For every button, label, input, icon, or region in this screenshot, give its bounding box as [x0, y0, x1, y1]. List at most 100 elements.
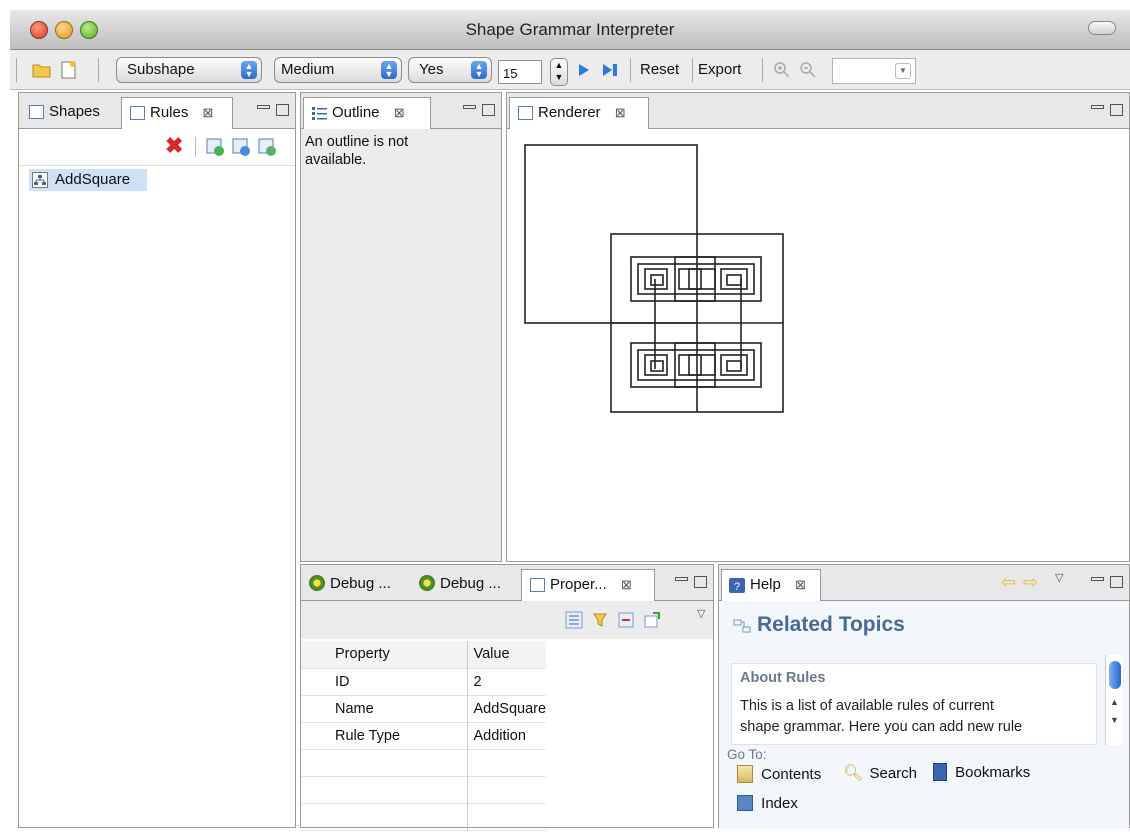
zoom-in-icon[interactable] [772, 60, 792, 80]
match-mode-select[interactable]: Subshape ▲ ▼ [116, 57, 262, 83]
maximize-view-icon[interactable] [1110, 575, 1123, 588]
forward-arrow-icon[interactable]: ⇨ [1023, 572, 1038, 593]
close-tab-icon[interactable]: ⊠ [394, 105, 405, 120]
tab-rules-label: Rules [150, 104, 189, 121]
pin-view-icon[interactable] [643, 611, 661, 629]
zoom-level-combo[interactable]: ▼ [832, 58, 916, 84]
properties-view-tabs: Debug ... Debug ... Proper... ⊠ [301, 565, 713, 601]
topic-text-line: This is a list of available rules of cur… [740, 698, 994, 714]
maximize-view-icon[interactable] [1110, 103, 1123, 116]
updown-arrows-icon: ▲ ▼ [381, 61, 397, 79]
close-tab-icon[interactable]: ⊠ [621, 577, 632, 592]
tab-shapes[interactable]: Shapes [21, 97, 121, 129]
bookmarks-link[interactable]: Bookmarks [933, 763, 1030, 785]
zoom-out-icon[interactable] [798, 60, 818, 80]
actions-separator [195, 137, 196, 157]
toolbar-separator [692, 58, 693, 82]
property-value[interactable]: AddSquare [467, 695, 547, 722]
table-row[interactable]: Name AddSquare [301, 695, 547, 722]
topic-title[interactable]: About Rules [740, 670, 825, 686]
edit-rule-icon[interactable] [231, 137, 251, 157]
close-tab-icon[interactable]: ⊠ [615, 105, 626, 120]
rules-view: Shapes Rules ⊠ ✖ AddSquare [18, 92, 296, 828]
tab-help[interactable]: ? Help ⊠ [721, 569, 821, 601]
scroll-up-icon[interactable]: ▲ [1110, 697, 1119, 707]
contents-link[interactable]: Contents [737, 765, 821, 787]
close-tab-icon[interactable]: ⊠ [203, 105, 214, 120]
tab-outline[interactable]: Outline ⊠ [303, 97, 431, 129]
help-scrollbar[interactable]: ▲ ▼ [1105, 655, 1123, 745]
maximize-view-icon[interactable] [694, 575, 707, 588]
property-value[interactable]: 2 [467, 668, 546, 695]
tab-help-label: Help [750, 576, 781, 593]
table-row[interactable]: ID 2 [301, 668, 547, 695]
tab-rules[interactable]: Rules ⊠ [121, 97, 233, 129]
rule-list-item[interactable]: AddSquare [29, 169, 147, 191]
tab-renderer[interactable]: Renderer ⊠ [509, 97, 649, 129]
minimize-view-icon[interactable] [257, 104, 270, 109]
reset-button[interactable]: Reset [640, 57, 679, 83]
rule-tree-icon [32, 172, 48, 188]
tab-debug-2[interactable]: Debug ... [413, 569, 523, 601]
new-file-icon[interactable] [58, 60, 78, 80]
steps-stepper[interactable]: ▲ ▼ [550, 58, 568, 86]
property-value[interactable]: Addition [467, 722, 546, 749]
outline-message: An outline is not available. [305, 134, 409, 168]
search-link-label: Search [869, 765, 918, 782]
toolbar-toggle-button[interactable] [1088, 21, 1116, 35]
minimize-view-icon[interactable] [1091, 104, 1104, 109]
toolbar-separator [762, 58, 763, 82]
play-icon[interactable] [574, 60, 594, 80]
restore-default-icon[interactable] [617, 611, 635, 629]
categories-icon[interactable] [565, 611, 583, 629]
minimize-view-icon[interactable] [1091, 576, 1104, 581]
filter-icon[interactable] [591, 611, 609, 629]
goto-label: Go To: [727, 747, 767, 762]
steps-input[interactable]: 15 [498, 60, 542, 84]
rule-item-label: AddSquare [55, 171, 131, 188]
search-link[interactable]: 🔍︎ Search [843, 763, 917, 785]
open-folder-icon[interactable] [32, 60, 52, 80]
add-rule-icon[interactable] [205, 137, 225, 157]
delete-rule-icon[interactable]: ✖ [165, 133, 183, 159]
export-button[interactable]: Export [698, 57, 741, 83]
view-menu-icon[interactable]: ▽ [1055, 571, 1063, 584]
renderer-view-tabs: Renderer ⊠ [507, 93, 1129, 129]
renderer-canvas[interactable] [507, 129, 1129, 561]
index-link[interactable]: Index [737, 795, 798, 817]
topic-card: About Rules This is a list of available … [731, 663, 1097, 745]
close-tab-icon[interactable]: ⊠ [795, 577, 806, 592]
view-menu-icon[interactable]: ▽ [697, 607, 705, 620]
column-header-property[interactable]: Property [301, 641, 468, 668]
step-to-end-icon[interactable] [600, 60, 620, 80]
maximize-view-icon[interactable] [482, 103, 495, 116]
updown-arrows-icon: ▲ ▼ [471, 61, 487, 79]
view-icon [530, 578, 545, 592]
scrollbar-thumb[interactable] [1109, 661, 1121, 689]
contents-icon [737, 765, 753, 783]
back-arrow-icon[interactable]: ⇦ [1001, 572, 1016, 593]
table-row[interactable]: Rule Type Addition [301, 722, 547, 749]
view-window-controls [251, 101, 289, 116]
tab-debug-1[interactable]: Debug ... [303, 569, 413, 601]
outline-view: Outline ⊠ An outline is not available. [300, 92, 502, 562]
tab-properties[interactable]: Proper... ⊠ [521, 569, 655, 601]
option-select[interactable]: Yes ▲ ▼ [408, 57, 492, 83]
properties-table: Property Value ID 2 Name AddSquare Rule … [301, 641, 547, 831]
property-name: Rule Type [301, 722, 468, 749]
tab-renderer-label: Renderer [538, 104, 601, 121]
toolbar-separator [98, 58, 99, 82]
divider [19, 165, 295, 166]
table-row [301, 803, 547, 830]
debug-icon [419, 575, 435, 591]
minimize-view-icon[interactable] [675, 576, 688, 581]
apply-rule-icon[interactable] [257, 137, 277, 157]
maximize-view-icon[interactable] [276, 103, 289, 116]
topic-text-line: shape grammar. Here you can add new rule [740, 719, 1023, 735]
size-select[interactable]: Medium ▲ ▼ [274, 57, 402, 83]
column-header-value[interactable]: Value [467, 641, 546, 668]
scroll-down-icon[interactable]: ▼ [1110, 715, 1119, 725]
match-mode-value: Subshape [127, 61, 195, 78]
outline-icon [312, 107, 327, 120]
minimize-view-icon[interactable] [463, 104, 476, 109]
